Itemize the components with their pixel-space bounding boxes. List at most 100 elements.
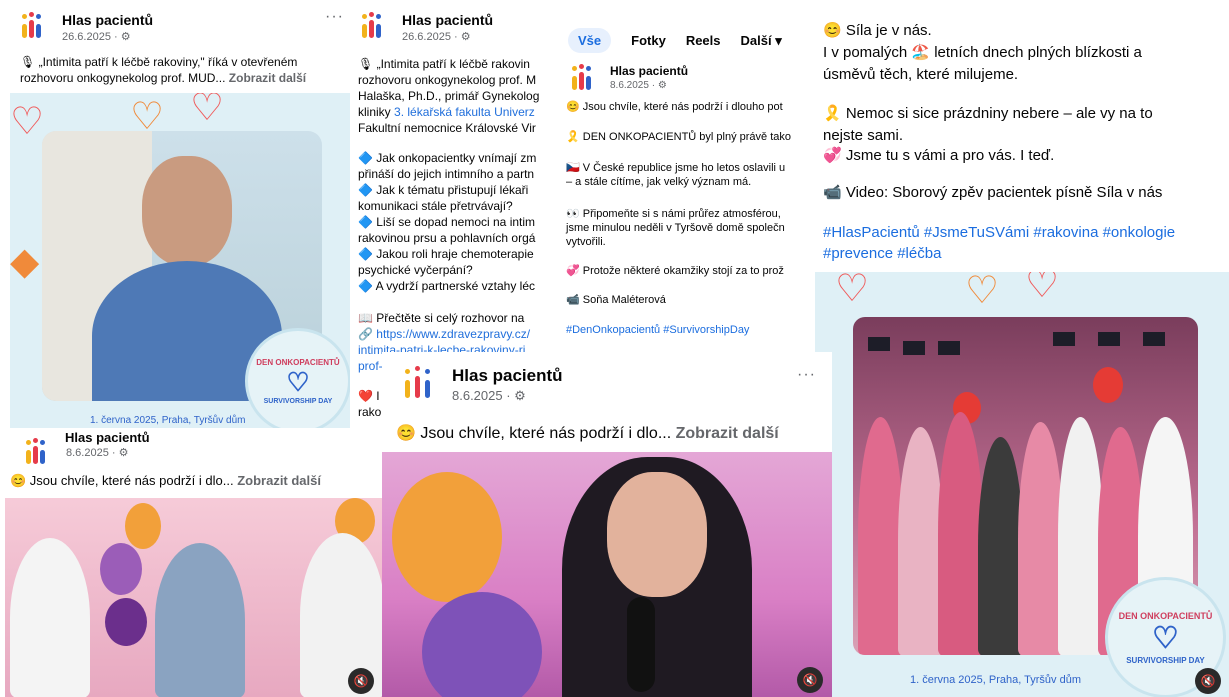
post-date[interactable]: 8.6.2025 · ⚙ [452, 388, 563, 404]
post-video[interactable] [382, 452, 832, 697]
post-text-line: – a stále cítíme, jak velký význam má. [566, 176, 752, 188]
post-text-line: rako [358, 405, 382, 419]
stage-light [938, 341, 960, 355]
see-more-link[interactable]: Zobrazit další [229, 71, 306, 85]
choir-member [1018, 422, 1063, 655]
article-link[interactable]: 🔗 https://www.zdravezpravy.cz/ [358, 327, 530, 342]
speaker-woman [155, 543, 245, 697]
bullet-line: 🔷 Jak k tématu přistupují lékaři [358, 183, 529, 197]
post-card-video-left: Hlas pacientů 8.6.2025 · ⚙ 😊 Jsou chvíle… [0, 428, 382, 697]
post-text-line: 😊 Jsou chvíle, které nás podrží i dlo...… [10, 473, 321, 488]
tab-bar: Vše Fotky Reels Další ▾ [568, 28, 802, 53]
page-name[interactable]: Hlas pacientů [610, 64, 688, 78]
page-logo[interactable] [360, 12, 388, 40]
post-card-intimita: Hlas pacientů 26.6.2025 · ⚙ ··· 🎙 „Intim… [0, 0, 350, 440]
stage-light [903, 341, 925, 355]
badge-top-text: DEN ONKOPACIENTŮ [256, 357, 340, 367]
post-text-line: I v pomalých 🏖️ letních dnech plných blí… [823, 44, 1142, 61]
speaker-muted-icon[interactable]: 🔇 [348, 668, 374, 694]
choir-video[interactable]: ♡ ♡ ♡ DEN ONKOPACIENTŮ ♡ SURVIVORSHIP DA… [815, 272, 1229, 697]
post-header: Hlas pacientů 26.6.2025 · ⚙ [20, 12, 153, 43]
hashtags[interactable]: #DenOnkopacientů #SurvivorshipDay [566, 323, 749, 338]
page-logo[interactable] [20, 12, 48, 40]
balloon [392, 472, 502, 602]
post-date[interactable]: 8.6.2025 · ⚙ [66, 446, 128, 459]
stage-light [1053, 332, 1075, 346]
hashtags[interactable]: #prevence #léčba [823, 243, 941, 265]
speaker-muted-icon[interactable]: 🔇 [1195, 668, 1221, 694]
post-header: Hlas pacientů 26.6.2025 · ⚙ [360, 12, 493, 43]
post-text-line: jsme minulou neděli v Tyršově domě spole… [566, 222, 785, 234]
tab-photos[interactable]: Fotky [631, 33, 666, 48]
faculty-link[interactable]: 3. lékařská fakulta Univerz [394, 105, 535, 119]
stage-light [1098, 332, 1120, 346]
post-text-line: rozhovoru onkogynekolog prof. MUD... Zob… [20, 71, 307, 85]
post-header: Hlas pacientů 8.6.2025 · ⚙ [570, 64, 688, 92]
post-text-line: rozhovoru onkogynekolog prof. M [358, 73, 537, 87]
post-text-line: 🎙 „Intimita patří k léčbě rakoviny," řík… [20, 55, 298, 69]
read-more-line: 📖 Přečtěte si celý rozhovor na [358, 311, 525, 325]
post-video[interactable] [5, 498, 382, 697]
speaker-woman [10, 538, 90, 697]
choir-member [978, 437, 1023, 655]
tab-all[interactable]: Vše [568, 28, 612, 53]
bullet-line: rakovinou prsu a pohlavních orgá [358, 231, 536, 245]
page-logo[interactable] [24, 438, 52, 466]
balloon [422, 592, 542, 697]
heart-decoration: ◆ [10, 241, 40, 283]
page-name[interactable]: Hlas pacientů [452, 366, 563, 386]
balloon [100, 543, 142, 595]
see-more-link[interactable]: Zobrazit další [237, 473, 321, 488]
page-logo[interactable] [402, 366, 436, 400]
balloon [105, 598, 147, 646]
man-figure [142, 156, 232, 266]
tab-reels[interactable]: Reels [686, 33, 721, 48]
page-name[interactable]: Hlas pacientů [402, 12, 493, 28]
post-date[interactable]: 8.6.2025 · ⚙ [610, 80, 688, 91]
post-text-line: 🇨🇿 V České republice jsme ho letos oslav… [566, 162, 786, 174]
heart-decoration: ♡ [965, 272, 1000, 312]
stage-light [868, 337, 890, 351]
more-options-icon[interactable]: ··· [797, 366, 816, 384]
post-text-line: Fakultní nemocnice Královské Vir [358, 121, 536, 135]
post-text-line: vytvořili. [566, 236, 606, 248]
speaker-muted-icon[interactable]: 🔇 [797, 667, 823, 693]
post-header: 8.6.2025 · ⚙ [24, 438, 128, 466]
page-logo[interactable] [570, 64, 598, 92]
post-text-line: 📹 Soňa Maléterová [566, 294, 666, 306]
post-date[interactable]: 26.6.2025 · ⚙ [402, 30, 493, 43]
choir-member [858, 417, 903, 655]
post-text-line: 🎙 „Intimita patří k léčbě rakovin [358, 57, 530, 71]
post-text-line: 💞 Protože některé okamžiky stojí za to p… [566, 265, 784, 277]
bullet-line: komunikaci stále přetrvávají? [358, 199, 513, 213]
speaker-face [607, 472, 707, 597]
balloon [125, 503, 161, 549]
post-text-line: 👀 Připomeňte si s námi průřez atmosférou… [566, 208, 781, 220]
post-image[interactable]: ♡ ♡ ♡ ◆ DEN ONKOPACIENTŮ ♡ SURVIVORSHIP … [10, 93, 350, 438]
page-name[interactable]: Hlas pacientů [62, 12, 153, 28]
bullet-line: 🔷 Liší se dopad nemoci na intim [358, 215, 536, 229]
post-text-line: 💞 Jsme tu s vámi a pro vás. I teď. [823, 147, 1055, 164]
badge-bottom-text: SURVIVORSHIP DAY [1126, 655, 1205, 665]
post-header: Hlas pacientů 8.6.2025 · ⚙ [402, 366, 563, 404]
post-text-line: Halaška, Ph.D., primář Gynekolog [358, 89, 540, 103]
tab-more[interactable]: Další ▾ [741, 33, 782, 49]
stage-light [1143, 332, 1165, 346]
image-caption: 1. června 2025, Praha, Tyršův dům [910, 674, 1081, 686]
post-date[interactable]: 26.6.2025 · ⚙ [62, 30, 153, 43]
post-text-line: 😊 Síla je v nás. [823, 22, 932, 39]
more-options-icon[interactable]: ··· [325, 8, 344, 26]
post-text-line: 😊 Jsou chvíle, které nás podrží i dlouho… [566, 101, 783, 113]
bullet-line: 🔷 A vydrží partnerské vztahy léc [358, 279, 536, 293]
see-more-link[interactable]: Zobrazit další [676, 425, 779, 442]
bullet-line: 🔷 Jak onkopacientky vnímají zm [358, 151, 537, 165]
heart-decoration: ♡ [10, 101, 45, 143]
badge-top-text: DEN ONKOPACIENTŮ [1118, 610, 1213, 621]
article-link[interactable]: prof- [358, 359, 383, 374]
choir-member [1058, 417, 1103, 655]
post-card-video-middle: Hlas pacientů 8.6.2025 · ⚙ ··· 😊 Jsou ch… [382, 352, 832, 697]
post-text-line: 😊 Jsou chvíle, které nás podrží i dlo...… [396, 425, 779, 442]
post-text-line: kliniky 3. lékařská fakulta Univerz [358, 105, 535, 119]
choir-member [898, 427, 943, 655]
hashtags[interactable]: #HlasPacientů #JsmeTuSVámi #rakovina #on… [823, 222, 1175, 244]
